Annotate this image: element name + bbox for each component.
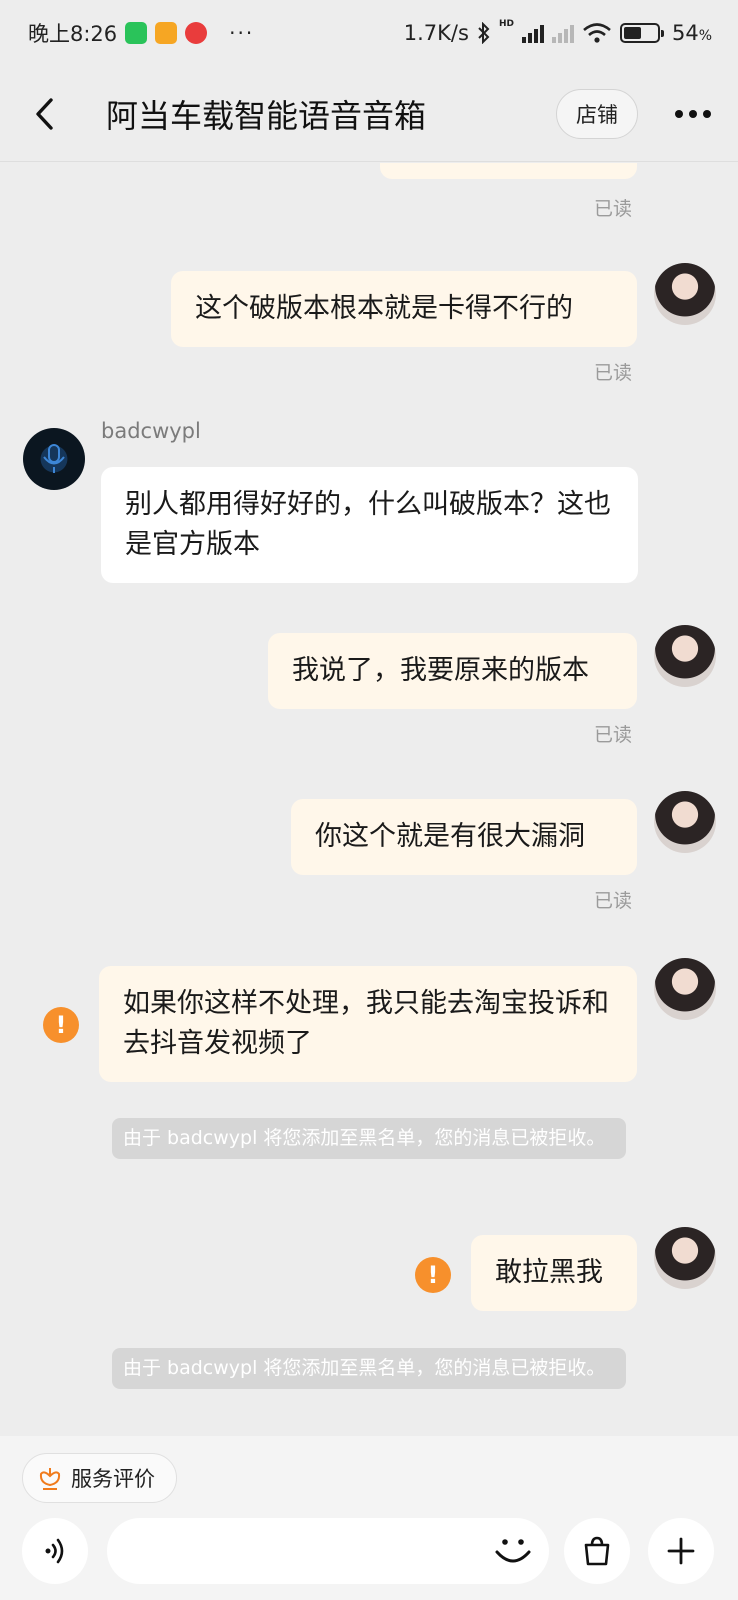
voice-icon	[45, 1538, 64, 1564]
sender-name: badcwypl	[101, 419, 201, 443]
message-text: 这个破版本根本就是卡得不行的	[195, 293, 573, 324]
message-text: 如果你这样不处理，我只能去淘宝投诉和去抖音发视频了	[123, 988, 609, 1059]
service-review-button[interactable]: 服务评价	[22, 1453, 177, 1503]
back-button[interactable]	[0, 66, 90, 162]
user-avatar[interactable]	[654, 958, 716, 1020]
bluetooth-icon	[478, 22, 490, 44]
read-receipt: 已读	[594, 198, 633, 220]
message-text: 敢拉黑我	[495, 1257, 603, 1288]
status-bar: 晚上8:26 ··· 1.7K/s HD 54%	[0, 0, 738, 66]
emoji-button[interactable]	[492, 1530, 534, 1572]
more-options-button[interactable]	[668, 89, 718, 139]
wifi-icon	[583, 23, 611, 43]
back-arrow-icon	[36, 97, 53, 130]
microphone-icon	[43, 444, 65, 473]
more-dot-icon	[703, 110, 711, 118]
signal-2-icon	[551, 23, 574, 43]
smiley-icon	[495, 1539, 531, 1563]
service-review-label: 服务评价	[71, 1467, 155, 1491]
message-bubble-outgoing[interactable]: 敢拉黑我	[471, 1235, 637, 1311]
network-speed: 1.7K/s	[403, 21, 469, 45]
message-bubble-outgoing[interactable]: 这个破版本根本就是卡得不行的	[171, 271, 637, 347]
add-more-button[interactable]	[648, 1518, 714, 1584]
read-receipt: 已读	[594, 362, 633, 384]
battery-icon	[619, 23, 664, 43]
battery-fill	[623, 27, 642, 39]
voice-input-button[interactable]	[22, 1518, 88, 1584]
chat-area[interactable]: 已读 这个破版本根本就是卡得不行的 已读 badcwypl 别人都用得好好的，什…	[0, 163, 738, 1436]
page-title: 阿当车载智能语音音箱	[106, 96, 427, 135]
user-avatar[interactable]	[654, 1227, 716, 1289]
message-text: 别人都用得好好的，什么叫破版本？这也是官方版本	[125, 489, 611, 560]
system-notice: 由于 badcwypl 将您添加至黑名单，您的消息已被拒收。	[112, 1348, 626, 1389]
system-notice-text: 由于 badcwypl 将您添加至黑名单，您的消息已被拒收。	[123, 1127, 606, 1149]
system-notice-text: 由于 badcwypl 将您添加至黑名单，您的消息已被拒收。	[123, 1357, 606, 1379]
flower-icon	[39, 1468, 61, 1490]
message-input[interactable]	[107, 1518, 549, 1584]
gallery-icon	[155, 22, 178, 44]
message-bubble-partial	[380, 163, 637, 179]
battery-percent: 54	[671, 21, 699, 45]
read-receipt: 已读	[594, 724, 633, 746]
user-avatar[interactable]	[654, 263, 716, 325]
music-icon	[185, 22, 208, 44]
percent-sign: %	[698, 28, 712, 44]
chat-header: 阿当车载智能语音音箱 店铺	[0, 66, 738, 162]
shopping-bag-button[interactable]	[564, 1518, 630, 1584]
more-dot-icon	[675, 110, 683, 118]
message-bubble-outgoing[interactable]: 你这个就是有很大漏洞	[291, 799, 637, 875]
message-text: 我说了，我要原来的版本	[292, 655, 589, 686]
bottom-bar: 服务评价	[0, 1436, 738, 1600]
message-bubble-outgoing[interactable]: 如果你这样不处理，我只能去淘宝投诉和去抖音发视频了	[99, 966, 637, 1082]
status-time: 晚上8:26	[28, 22, 118, 46]
shop-button[interactable]: 店铺	[556, 89, 638, 139]
send-failed-icon[interactable]: !	[415, 1257, 451, 1293]
wechat-icon	[125, 22, 148, 44]
system-notice: 由于 badcwypl 将您添加至黑名单，您的消息已被拒收。	[112, 1118, 626, 1159]
status-more-icon: ···	[229, 21, 255, 45]
user-avatar[interactable]	[654, 625, 716, 687]
user-avatar[interactable]	[654, 791, 716, 853]
shopping-bag-icon	[584, 1536, 610, 1566]
read-receipt: 已读	[594, 890, 633, 912]
send-failed-icon[interactable]: !	[43, 1007, 79, 1043]
message-bubble-incoming[interactable]: 别人都用得好好的，什么叫破版本？这也是官方版本	[101, 467, 638, 583]
signal-icon	[521, 23, 544, 43]
shop-avatar[interactable]	[23, 428, 85, 490]
plus-icon	[667, 1537, 695, 1565]
message-bubble-outgoing[interactable]: 我说了，我要原来的版本	[268, 633, 637, 709]
hd-label: HD	[498, 19, 514, 29]
message-text: 你这个就是有很大漏洞	[315, 821, 585, 852]
more-dot-icon	[689, 110, 697, 118]
